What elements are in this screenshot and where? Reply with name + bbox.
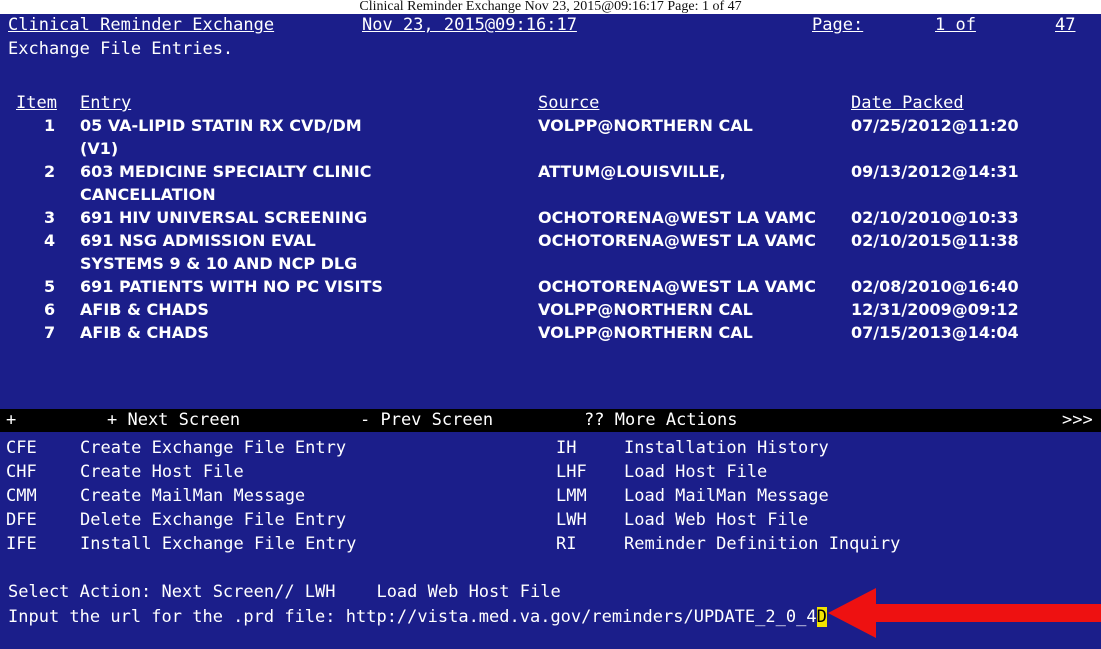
more-actions-action[interactable]: ?? More Actions — [584, 409, 738, 432]
item-number: 7 — [44, 323, 56, 342]
list-item[interactable]: 1 05 VA-LIPID STATIN RX CVD/DM VOLPP@NOR… — [0, 114, 1101, 137]
list-item[interactable]: 6 AFIB & CHADS VOLPP@NORTHERN CAL 12/31/… — [0, 298, 1101, 321]
list-item[interactable]: 3 691 HIV UNIVERSAL SCREENING OCHOTORENA… — [0, 206, 1101, 229]
terminal-window: Clinical Reminder Exchange Nov 23, 2015@… — [0, 14, 1101, 649]
action-label[interactable]: Create MailMan Message — [80, 484, 305, 508]
page-total: 47 — [1055, 15, 1076, 35]
exchange-entry-list: 1 05 VA-LIPID STATIN RX CVD/DM VOLPP@NOR… — [0, 114, 1101, 342]
action-code[interactable]: DFE — [6, 508, 37, 532]
text-cursor[interactable]: D — [816, 607, 827, 627]
more-actions-indicator: >>> — [1062, 410, 1093, 430]
action-row: DFE Delete Exchange File Entry LWH Load … — [0, 508, 1101, 532]
action-menu: CFE Create Exchange File Entry IH Instal… — [0, 436, 1101, 576]
entry-source: ATTUM@LOUISVILLE, — [538, 162, 726, 181]
column-header-row: Item Entry Source Date Packed — [0, 92, 1101, 114]
action-code[interactable]: LHF — [556, 460, 587, 484]
entry-name: 691 NSG ADMISSION EVAL — [80, 231, 316, 250]
entry-date: 07/15/2013@14:04 — [851, 323, 1019, 342]
action-label[interactable]: Reminder Definition Inquiry — [624, 532, 900, 556]
url-input-prompt[interactable]: Input the url for the .prd file: http://… — [8, 607, 817, 627]
action-code[interactable]: LWH — [556, 508, 587, 532]
entry-name: (V1) — [80, 139, 119, 158]
action-label[interactable]: Delete Exchange File Entry — [80, 508, 346, 532]
url-input-line[interactable]: Input the url for the .prd file: http://… — [8, 605, 827, 629]
action-row: IFE Install Exchange File Entry RI Remin… — [0, 532, 1101, 556]
action-code[interactable]: CMM — [6, 484, 37, 508]
caption-overlay: Clinical Reminder Exchange Nov 23, 2015@… — [359, 0, 742, 14]
entry-source: VOLPP@NORTHERN CAL — [538, 300, 753, 319]
select-action-prompt[interactable]: Select Action: Next Screen// LWH Load We… — [8, 580, 561, 604]
entry-name: 603 MEDICINE SPECIALTY CLINIC — [80, 162, 372, 181]
action-label[interactable]: Load MailMan Message — [624, 484, 829, 508]
entry-source: OCHOTORENA@WEST LA VAMC — [538, 231, 816, 250]
item-number: 6 — [44, 300, 56, 319]
entry-name: CANCELLATION — [80, 185, 216, 204]
screen-datetime: Nov 23, 2015@09:16:17 — [362, 15, 577, 35]
entry-name: SYSTEMS 9 & 10 AND NCP DLG — [80, 254, 358, 273]
navigation-bar: + + Next Screen - Prev Screen ?? More Ac… — [0, 409, 1101, 432]
action-label[interactable]: Create Exchange File Entry — [80, 436, 346, 460]
page-label: Page: — [812, 15, 864, 35]
entry-name: 05 VA-LIPID STATIN RX CVD/DM — [80, 116, 362, 135]
entry-source: OCHOTORENA@WEST LA VAMC — [538, 208, 816, 227]
item-number: 4 — [44, 231, 56, 250]
list-subtitle: Exchange File Entries. — [8, 39, 234, 59]
action-label[interactable]: Installation History — [624, 436, 829, 460]
list-item[interactable]: 7 AFIB & CHADS VOLPP@NORTHERN CAL 07/15/… — [0, 321, 1101, 344]
action-code[interactable]: IFE — [6, 532, 37, 556]
action-label[interactable]: Load Host File — [624, 460, 767, 484]
action-code[interactable]: LMM — [556, 484, 587, 508]
page-value: 1 of — [935, 15, 976, 35]
entry-date: 02/10/2015@11:38 — [851, 231, 1019, 250]
action-code[interactable]: CFE — [6, 436, 37, 460]
entry-date: 07/25/2012@11:20 — [851, 116, 1019, 135]
list-item-continuation[interactable]: (V1) — [0, 137, 1101, 160]
entry-date: 02/08/2010@16:40 — [851, 277, 1019, 296]
entry-name: AFIB & CHADS — [80, 323, 209, 342]
entry-source: VOLPP@NORTHERN CAL — [538, 323, 753, 342]
entry-date: 02/10/2010@10:33 — [851, 208, 1019, 227]
column-item: Item — [16, 93, 57, 113]
entry-source: OCHOTORENA@WEST LA VAMC — [538, 277, 816, 296]
list-item-continuation[interactable]: SYSTEMS 9 & 10 AND NCP DLG — [0, 252, 1101, 275]
action-label[interactable]: Create Host File — [80, 460, 244, 484]
screen-title: Clinical Reminder Exchange — [8, 15, 275, 35]
screen-header: Clinical Reminder Exchange Nov 23, 2015@… — [0, 14, 1101, 36]
list-item-continuation[interactable]: CANCELLATION — [0, 183, 1101, 206]
action-label[interactable]: Load Web Host File — [624, 508, 808, 532]
entry-source: VOLPP@NORTHERN CAL — [538, 116, 753, 135]
prev-screen-action[interactable]: - Prev Screen — [360, 409, 493, 432]
column-date-packed: Date Packed — [851, 93, 964, 113]
more-items-indicator: + — [6, 410, 17, 430]
action-row: CMM Create MailMan Message LMM Load Mail… — [0, 484, 1101, 508]
entry-name: 691 HIV UNIVERSAL SCREENING — [80, 208, 368, 227]
action-row: CFE Create Exchange File Entry IH Instal… — [0, 436, 1101, 460]
item-number: 1 — [44, 116, 56, 135]
action-code[interactable]: RI — [556, 532, 576, 556]
next-screen-action[interactable]: + Next Screen — [107, 409, 240, 432]
list-item[interactable]: 2 603 MEDICINE SPECIALTY CLINIC ATTUM@LO… — [0, 160, 1101, 183]
entry-name: AFIB & CHADS — [80, 300, 209, 319]
red-arrow-icon — [828, 588, 1101, 638]
entry-date: 12/31/2009@09:12 — [851, 300, 1019, 319]
action-label[interactable]: Install Exchange File Entry — [80, 532, 356, 556]
list-item[interactable]: 5 691 PATIENTS WITH NO PC VISITS OCHOTOR… — [0, 275, 1101, 298]
item-number: 3 — [44, 208, 56, 227]
entry-name: 691 PATIENTS WITH NO PC VISITS — [80, 277, 383, 296]
item-number: 2 — [44, 162, 56, 181]
item-number: 5 — [44, 277, 56, 296]
list-item[interactable]: 4 691 NSG ADMISSION EVAL OCHOTORENA@WEST… — [0, 229, 1101, 252]
entry-date: 09/13/2012@14:31 — [851, 162, 1019, 181]
column-source: Source — [538, 93, 600, 113]
column-entry: Entry — [80, 93, 132, 113]
action-code[interactable]: CHF — [6, 460, 37, 484]
action-row: CHF Create Host File LHF Load Host File — [0, 460, 1101, 484]
action-code[interactable]: IH — [556, 436, 576, 460]
